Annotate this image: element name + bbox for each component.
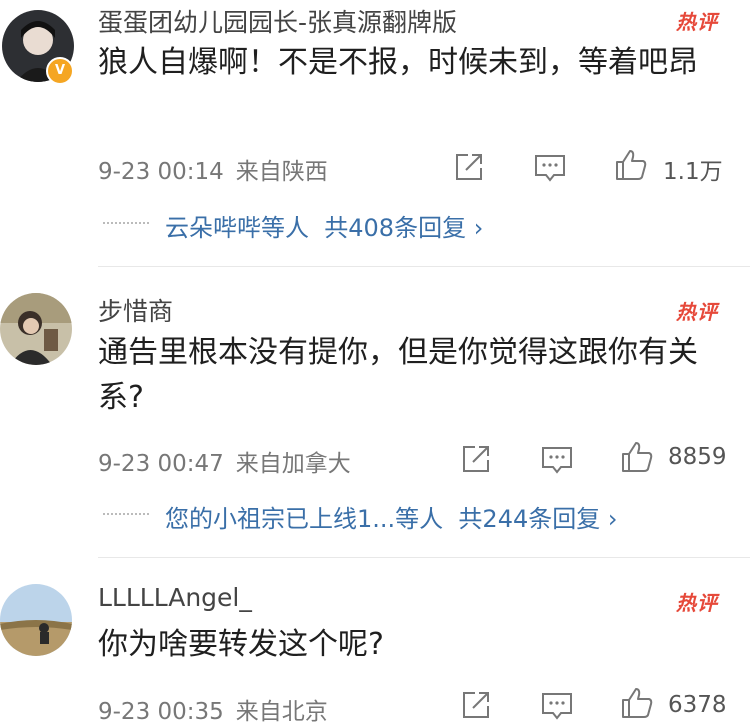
like-icon[interactable] (614, 148, 648, 182)
comment-meta: 9-23 00:14 来自陕西 (98, 152, 340, 186)
reply-divider (103, 222, 149, 224)
comment-text: 通告里根本没有提你，但是你觉得这跟你有关系? (98, 335, 698, 415)
username[interactable]: 步惜商 (98, 292, 173, 328)
avatar[interactable] (0, 584, 72, 656)
like-icon[interactable] (620, 440, 654, 474)
comment-meta: 9-23 00:35 来自北京 (98, 692, 340, 726)
divider (98, 557, 750, 558)
comment-icon[interactable] (540, 442, 574, 476)
like-count: 6378 (668, 692, 727, 718)
reply-count: 共244条回复 (458, 505, 601, 533)
comment-location: 来自北京 (235, 699, 328, 725)
hot-comment-badge: 热评 (676, 10, 718, 34)
hot-comment-badge: 热评 (676, 300, 718, 324)
comment-location: 来自加拿大 (235, 451, 351, 477)
share-icon[interactable] (452, 150, 486, 184)
avatar[interactable] (0, 293, 72, 365)
reply-count: 共408条回复 (324, 214, 467, 242)
comment-icon[interactable] (533, 150, 567, 184)
comment-location: 来自陕西 (235, 159, 328, 185)
like-count: 8859 (668, 444, 727, 470)
chevron-right-icon: › (607, 505, 618, 533)
verified-badge-icon: V (46, 57, 74, 85)
comment-time: 9-23 00:35 (98, 699, 224, 725)
reply-users: 云朵哔哔等人 (165, 214, 309, 242)
chevron-right-icon: › (473, 214, 484, 242)
divider (98, 266, 750, 267)
comment-text: 你为啥要转发这个呢? (98, 627, 384, 662)
reply-users: 您的小祖宗已上线1...等人 (165, 505, 444, 533)
comment-time: 9-23 00:47 (98, 451, 224, 477)
username[interactable]: 蛋蛋团幼儿园园长-张真源翻牌版 (98, 3, 457, 39)
comment-meta: 9-23 00:47 来自加拿大 (98, 444, 363, 478)
comment-time: 9-23 00:14 (98, 159, 224, 185)
comment-icon[interactable] (540, 688, 574, 722)
username[interactable]: LLLLLAngel_ (98, 583, 252, 612)
reply-divider (103, 513, 149, 515)
share-icon[interactable] (459, 442, 493, 476)
share-icon[interactable] (459, 688, 493, 722)
like-icon[interactable] (620, 686, 654, 720)
comment-text: 狼人自爆啊！不是不报，时候未到，等着吧昂 (98, 45, 698, 80)
hot-comment-badge: 热评 (676, 591, 718, 615)
like-count: 1.1万 (663, 159, 723, 185)
